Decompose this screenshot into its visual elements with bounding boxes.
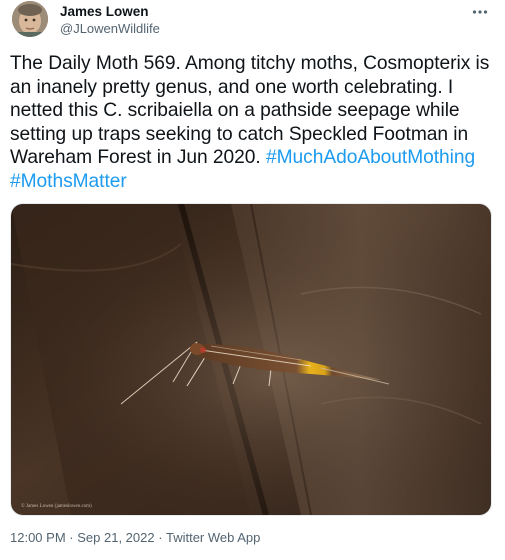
tweet-source[interactable]: Twitter Web App xyxy=(166,530,260,545)
hashtag-muchadoaboutmothing[interactable]: #MuchAdoAboutMothing xyxy=(266,147,475,168)
photo-credit: © James Lowen (jameslowen.com) xyxy=(21,503,92,509)
hashtag-mothsmatter[interactable]: #MothsMatter xyxy=(10,171,127,192)
tweet-time[interactable]: 12:00 PM xyxy=(10,530,66,545)
tweet-photo[interactable]: © James Lowen (jameslowen.com) xyxy=(10,203,492,516)
more-button[interactable] xyxy=(469,2,491,20)
author-handle[interactable]: @JLowenWildlife xyxy=(60,20,160,37)
more-horizontal-icon xyxy=(472,2,488,20)
tweet-card: James Lowen @JLowenWildlife The Daily Mo… xyxy=(0,0,505,560)
meta-separator-2: · xyxy=(158,530,163,545)
tweet-meta: 12:00 PM · Sep 21, 2022 · Twitter Web Ap… xyxy=(10,529,260,546)
moth-photo: © James Lowen (jameslowen.com) xyxy=(11,204,491,515)
tweet-text: The Daily Moth 569. Among titchy moths, … xyxy=(10,52,498,193)
avatar[interactable] xyxy=(12,1,48,37)
meta-separator: · xyxy=(69,530,74,545)
tweet-date[interactable]: Sep 21, 2022 xyxy=(77,530,154,545)
author-name[interactable]: James Lowen xyxy=(60,3,149,20)
